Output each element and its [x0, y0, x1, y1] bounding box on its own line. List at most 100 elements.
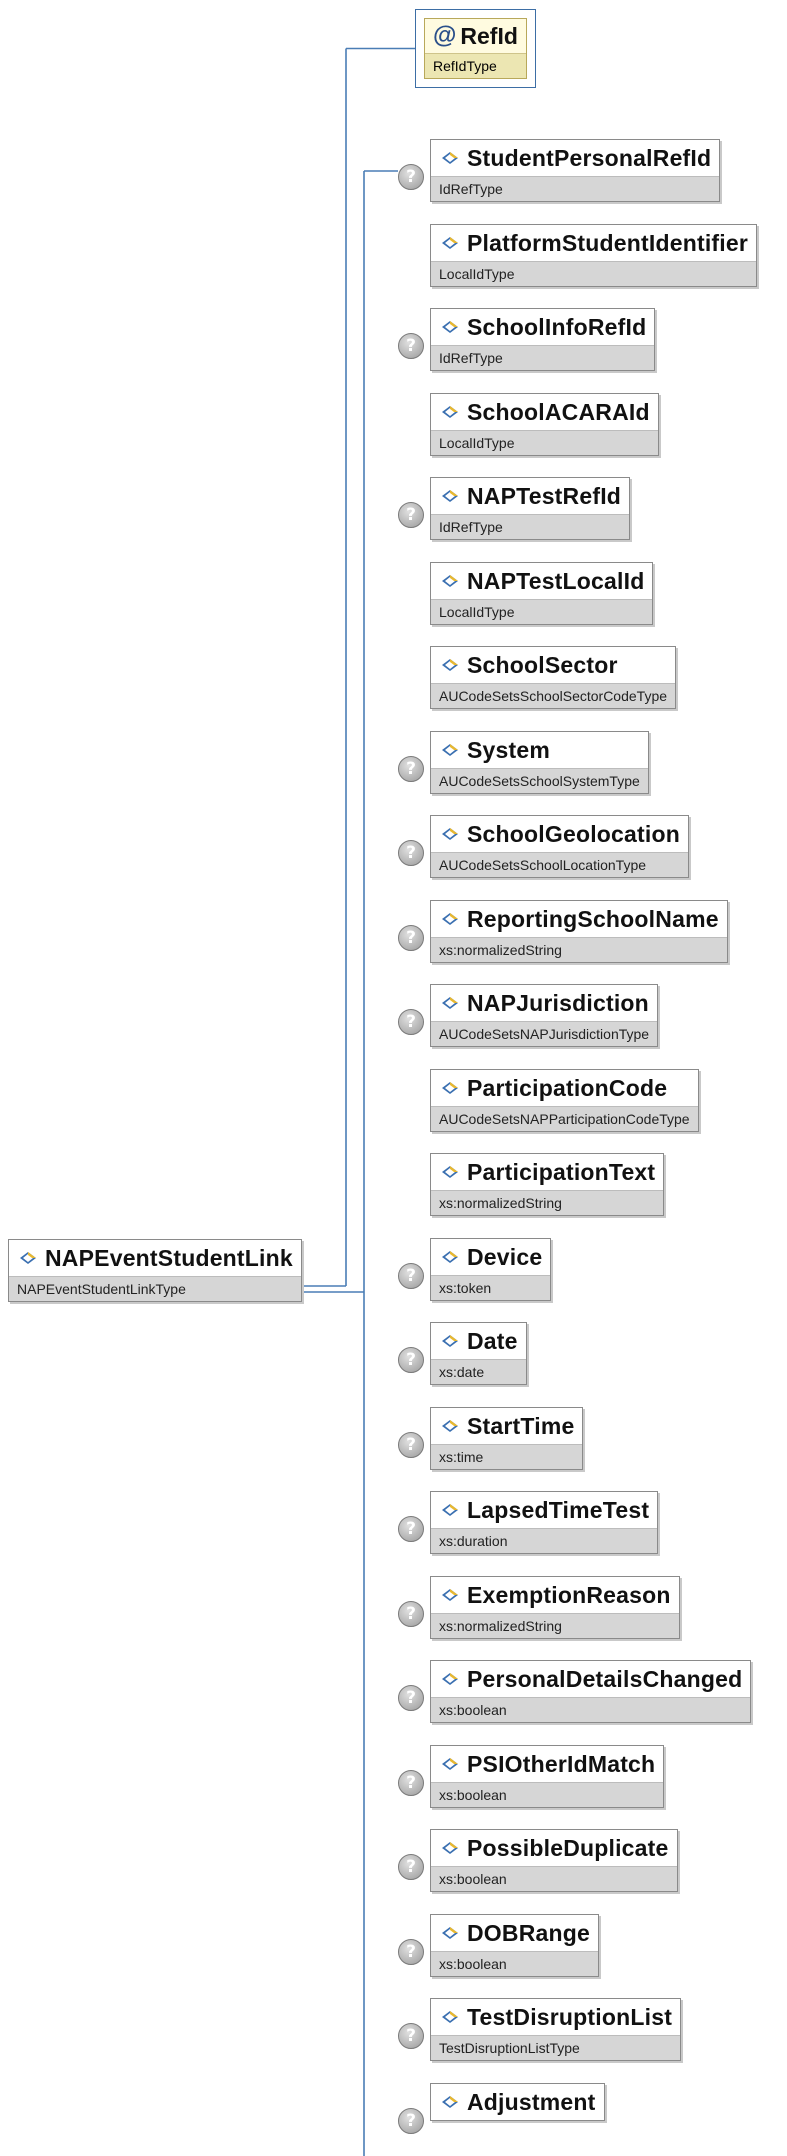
- element-type: LocalIdType: [431, 430, 658, 455]
- element-adjustment[interactable]: Adjustment: [430, 2083, 605, 2121]
- element-system[interactable]: System AUCodeSetsSchoolSystemType: [430, 731, 649, 794]
- element-diamond-icon: [442, 1082, 458, 1094]
- question-mark-icon: ?: [398, 1939, 424, 1965]
- element-type: xs:time: [431, 1444, 583, 1469]
- element-participation-text[interactable]: ParticipationText xs:normalizedString: [430, 1153, 665, 1216]
- element-diamond-icon: [442, 152, 458, 164]
- question-mark-icon: ?: [398, 925, 424, 951]
- question-mark-icon: ?: [398, 840, 424, 866]
- element-naptest-ref-id[interactable]: NAPTestRefId IdRefType: [430, 477, 631, 540]
- element-test-disruption-list[interactable]: TestDisruptionList TestDisruptionListType: [430, 1998, 682, 2061]
- element-name: ExemptionReason: [467, 1581, 671, 1608]
- element-type: AUCodeSetsNAPParticipationCodeType: [431, 1106, 698, 1131]
- element-type: xs:boolean: [431, 1697, 751, 1722]
- element-device[interactable]: Device xs:token: [430, 1238, 552, 1301]
- element-diamond-icon: [442, 659, 458, 671]
- question-mark-icon: ?: [398, 1601, 424, 1627]
- element-type: LocalIdType: [431, 261, 757, 286]
- element-diamond-icon: [442, 2096, 458, 2108]
- question-mark-icon: ?: [398, 164, 424, 190]
- element-diamond-icon: [442, 1504, 458, 1516]
- element-name: PSIOtherIdMatch: [467, 1750, 656, 1777]
- element-type: xs:normalizedString: [431, 937, 727, 962]
- element-naptest-local-id[interactable]: NAPTestLocalId LocalIdType: [430, 562, 654, 625]
- element-name: LapsedTimeTest: [467, 1496, 650, 1523]
- question-mark-icon: ?: [398, 1009, 424, 1035]
- attribute-name: RefId: [460, 22, 518, 49]
- element-type: xs:boolean: [431, 1782, 664, 1807]
- element-date[interactable]: Date xs:date: [430, 1322, 527, 1385]
- question-mark-icon: ?: [398, 2023, 424, 2049]
- element-name: Device: [467, 1243, 543, 1270]
- element-participation-code[interactable]: ParticipationCode AUCodeSetsNAPParticipat…: [430, 1069, 699, 1132]
- element-start-time[interactable]: StartTime xs:time: [430, 1407, 584, 1470]
- element-name: Date: [467, 1327, 518, 1354]
- element-name: StartTime: [467, 1412, 575, 1439]
- attribute-type: RefIdType: [425, 53, 526, 78]
- element-lapsed-time-test[interactable]: LapsedTimeTest xs:duration: [430, 1491, 659, 1554]
- element-platform-student-identifier[interactable]: PlatformStudentIdentifier LocalIdType: [430, 224, 758, 287]
- element-type: xs:normalizedString: [431, 1613, 679, 1638]
- element-type: xs:date: [431, 1359, 526, 1384]
- element-diamond-icon: [442, 1420, 458, 1432]
- element-name: ReportingSchoolName: [467, 905, 719, 932]
- element-name: DOBRange: [467, 1919, 591, 1946]
- element-reporting-school-name[interactable]: ReportingSchoolName xs:normalizedString: [430, 900, 728, 963]
- element-name: ParticipationText: [467, 1158, 656, 1185]
- element-school-geolocation[interactable]: SchoolGeolocation AUCodeSetsSchoolLocatio…: [430, 815, 689, 878]
- element-diamond-icon: [442, 1335, 458, 1347]
- element-name: SchoolGeolocation: [467, 820, 680, 847]
- element-diamond-icon: [442, 1673, 458, 1685]
- element-school-sector[interactable]: SchoolSector AUCodeSetsSchoolSectorCodeTy…: [430, 646, 677, 709]
- element-name: SchoolSector: [467, 651, 618, 678]
- attribute-refid[interactable]: @ RefId RefIdType: [415, 9, 536, 88]
- element-diamond-icon: [442, 1842, 458, 1854]
- element-diamond-icon: [442, 321, 458, 333]
- element-type: xs:boolean: [431, 1951, 599, 1976]
- element-dobrange[interactable]: DOBRange xs:boolean: [430, 1914, 600, 1977]
- element-type: IdRefType: [431, 176, 720, 201]
- root-element-name: NAPEventStudentLink: [45, 1244, 293, 1271]
- element-diamond-icon: [442, 237, 458, 249]
- question-mark-icon: ?: [398, 1685, 424, 1711]
- element-school-info-ref-id[interactable]: SchoolInfoRefId IdRefType: [430, 308, 656, 371]
- element-school-acaraid[interactable]: SchoolACARAId LocalIdType: [430, 393, 659, 456]
- root-element-type: NAPEventStudentLinkType: [9, 1276, 301, 1301]
- element-type: IdRefType: [431, 514, 630, 539]
- element-name: System: [467, 736, 551, 763]
- element-student-personal-ref-id[interactable]: StudentPersonalRefId IdRefType: [430, 139, 721, 202]
- question-mark-icon: ?: [398, 756, 424, 782]
- element-type: xs:token: [431, 1275, 551, 1300]
- element-name: PossibleDuplicate: [467, 1834, 669, 1861]
- element-personal-details-changed[interactable]: PersonalDetailsChanged xs:boolean: [430, 1660, 752, 1723]
- element-name: PlatformStudentIdentifier: [467, 229, 749, 256]
- element-possible-duplicate[interactable]: PossibleDuplicate xs:boolean: [430, 1829, 678, 1892]
- element-name: ParticipationCode: [467, 1074, 668, 1101]
- question-mark-icon: ?: [398, 1347, 424, 1373]
- question-mark-icon: ?: [398, 502, 424, 528]
- question-mark-icon: ?: [398, 1854, 424, 1880]
- element-name: NAPTestLocalId: [467, 567, 645, 594]
- element-name: Adjustment: [467, 2088, 596, 2115]
- element-type: AUCodeSetsNAPJurisdictionType: [431, 1021, 658, 1046]
- element-type: AUCodeSetsSchoolLocationType: [431, 852, 688, 877]
- element-type: IdRefType: [431, 345, 655, 370]
- element-diamond-icon: [442, 2011, 458, 2023]
- element-name: PersonalDetailsChanged: [467, 1665, 743, 1692]
- question-mark-icon: ?: [398, 1516, 424, 1542]
- element-type: AUCodeSetsSchoolSystemType: [431, 768, 648, 793]
- element-diamond-icon: [442, 1927, 458, 1939]
- root-element[interactable]: NAPEventStudentLink NAPEventStudentLinkT…: [8, 1239, 302, 1302]
- element-type: LocalIdType: [431, 599, 653, 624]
- element-napjurisdiction[interactable]: NAPJurisdiction AUCodeSetsNAPJurisdiction…: [430, 984, 659, 1047]
- element-name: SchoolInfoRefId: [467, 313, 647, 340]
- element-type: xs:duration: [431, 1528, 658, 1553]
- element-name: SchoolACARAId: [467, 398, 650, 425]
- element-diamond-icon: [442, 406, 458, 418]
- element-type: xs:normalizedString: [431, 1190, 664, 1215]
- question-mark-icon: ?: [398, 1770, 424, 1796]
- element-diamond-icon: [20, 1252, 36, 1264]
- question-mark-icon: ?: [398, 1432, 424, 1458]
- element-exemption-reason[interactable]: ExemptionReason xs:normalizedString: [430, 1576, 680, 1639]
- element-psiother-id-match[interactable]: PSIOtherIdMatch xs:boolean: [430, 1745, 665, 1808]
